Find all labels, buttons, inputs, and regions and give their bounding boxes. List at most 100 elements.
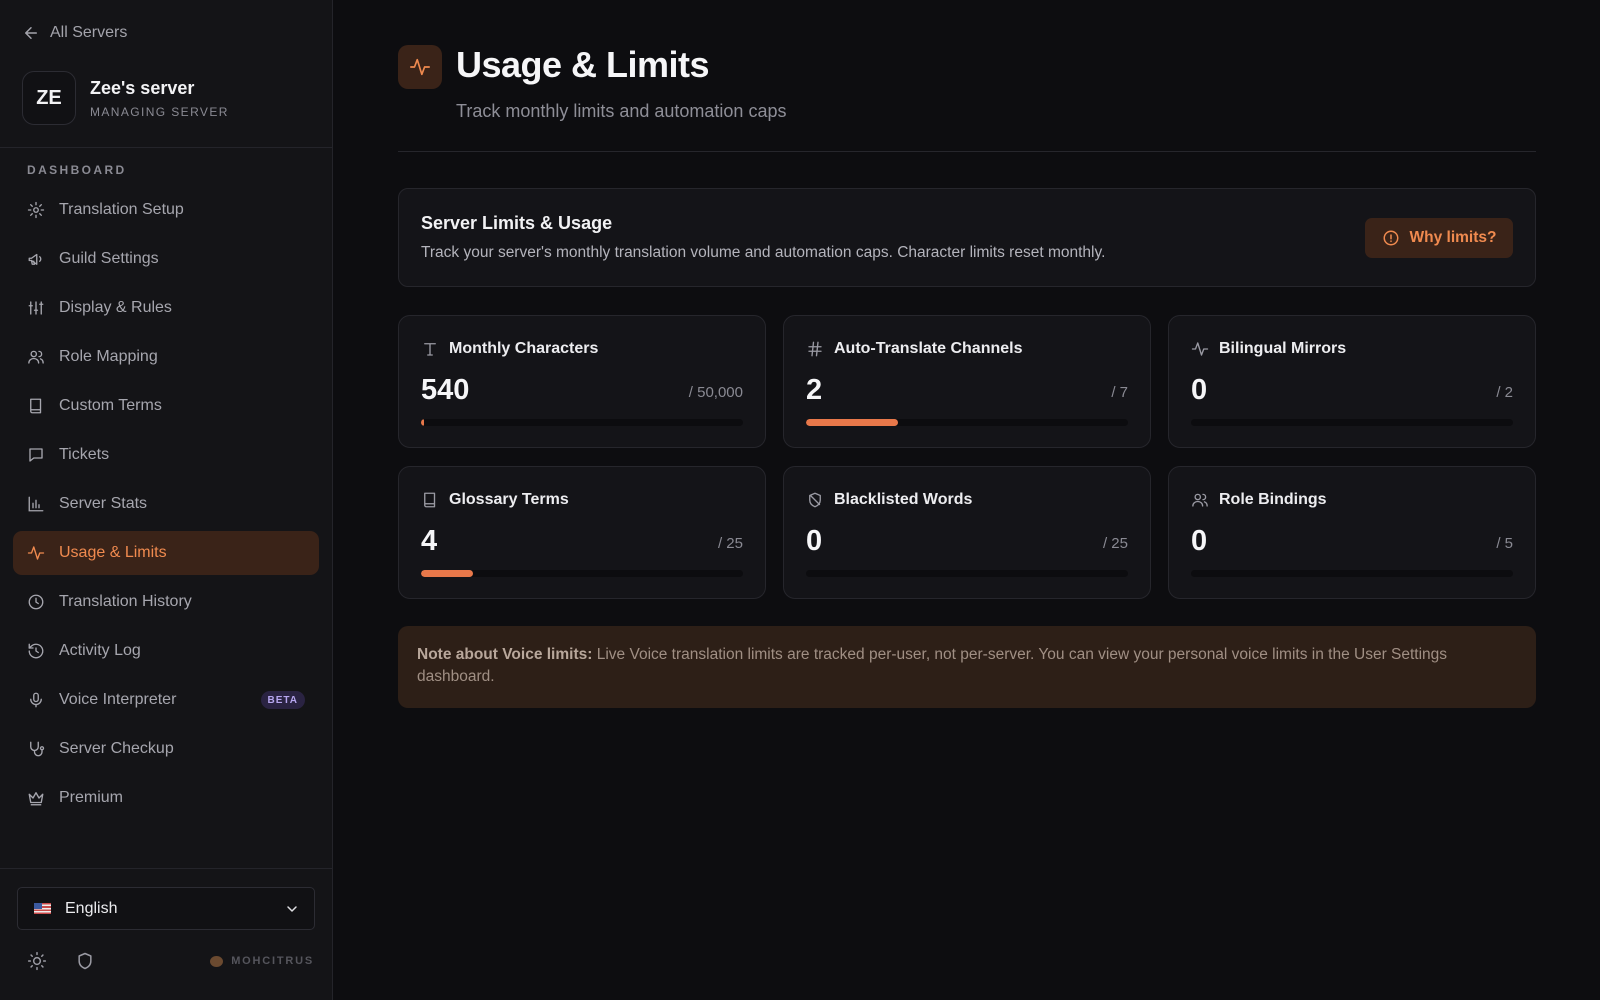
sidebar-item-voice-interpreter[interactable]: Voice Interpreter BETA — [13, 678, 319, 722]
progress-track — [421, 419, 743, 426]
sidebar-item-guild-settings[interactable]: Guild Settings — [13, 237, 319, 281]
mic-icon — [30, 692, 42, 708]
stat-label: Blacklisted Words — [834, 491, 973, 508]
server-limits-card: Server Limits & Usage Track your server'… — [398, 188, 1536, 287]
progress-fill — [421, 570, 473, 577]
page-title: Usage & Limits — [456, 44, 710, 85]
sidebar-item-translation-setup[interactable]: Translation Setup — [13, 188, 319, 232]
server-subtitle: MANAGING SERVER — [90, 104, 229, 119]
stat-card-role-bindings: Role Bindings 0 / 5 — [1168, 466, 1536, 599]
sidebar-item-server-stats[interactable]: Server Stats — [13, 482, 319, 526]
sidebar-item-custom-terms[interactable]: Custom Terms — [13, 384, 319, 428]
progress-fill — [421, 419, 425, 426]
progress-track — [806, 419, 1128, 426]
sidebar-item-label: Server Checkup — [59, 740, 174, 757]
crown-icon — [28, 792, 44, 806]
stat-limit: / 7 — [1111, 384, 1128, 401]
progress-track — [1191, 570, 1513, 577]
stat-value: 4 — [421, 525, 438, 557]
sidebar-nav: Translation Setup Guild Settings Display… — [13, 188, 319, 825]
brand-logo: MOHCITRUS — [210, 955, 314, 967]
sidebar-item-label: Tickets — [59, 446, 110, 463]
citrus-icon — [210, 955, 224, 967]
main-content: Usage & Limits Track monthly limits and … — [333, 0, 1600, 1000]
stat-label: Auto-Translate Channels — [834, 340, 1023, 357]
sidebar-item-label: Server Stats — [59, 495, 148, 512]
shield-off-icon — [809, 492, 821, 508]
info-card-description: Track your server's monthly translation … — [421, 244, 1106, 261]
stat-limit: / 25 — [717, 535, 743, 552]
sidebar-item-role-mapping[interactable]: Role Mapping — [13, 335, 319, 379]
server-name: Zee's server — [90, 77, 195, 98]
us-flag-icon — [34, 903, 51, 914]
why-limits-label: Why limits? — [1409, 229, 1497, 246]
sidebar-item-label: Activity Log — [59, 642, 141, 659]
stat-limit: / 5 — [1496, 535, 1513, 552]
why-limits-button[interactable]: Why limits? — [1365, 218, 1513, 258]
stat-value: 0 — [1191, 525, 1208, 557]
progress-track — [421, 570, 743, 577]
voice-limits-note: Note about Voice limits: Live Voice tran… — [398, 626, 1536, 708]
sidebar-divider — [0, 147, 332, 148]
activity-icon — [1191, 342, 1209, 356]
stat-value: 0 — [1191, 374, 1208, 406]
hash-icon — [808, 341, 822, 357]
bar-chart-icon — [28, 496, 44, 512]
users-icon — [28, 350, 44, 364]
sidebar-item-translation-history[interactable]: Translation History — [13, 580, 319, 624]
server-avatar: ZE — [22, 71, 76, 125]
stat-card-monthly-characters: Monthly Characters 540 / 50,000 — [398, 315, 766, 448]
stat-label: Role Bindings — [1219, 491, 1327, 508]
language-label: English — [65, 899, 118, 917]
sidebar-item-label: Translation Setup — [59, 201, 184, 218]
stat-limit: / 50,000 — [688, 384, 743, 401]
sidebar-item-premium[interactable]: Premium — [13, 776, 319, 820]
brand-label: MOHCITRUS — [231, 955, 314, 967]
clock-icon — [28, 594, 44, 610]
message-icon — [29, 448, 43, 462]
sidebar-item-usage-limits[interactable]: Usage & Limits — [13, 531, 319, 575]
section-label-dashboard: DASHBOARD — [27, 163, 127, 177]
sidebar-item-label: Voice Interpreter — [59, 691, 177, 708]
stat-card-bilingual-mirrors: Bilingual Mirrors 0 / 2 — [1168, 315, 1536, 448]
progress-track — [806, 570, 1128, 577]
stat-card-glossary-terms: Glossary Terms 4 / 25 — [398, 466, 766, 599]
sidebar-item-server-checkup[interactable]: Server Checkup — [13, 727, 319, 771]
language-select[interactable]: English — [17, 887, 315, 930]
stethoscope-icon — [30, 741, 45, 757]
back-to-servers-link[interactable]: All Servers — [22, 22, 127, 44]
stat-value: 540 — [421, 374, 470, 406]
sliders-icon — [28, 301, 44, 315]
sidebar-item-label: Usage & Limits — [59, 544, 167, 561]
gear-icon — [27, 201, 45, 219]
sun-icon[interactable] — [27, 951, 47, 971]
info-icon — [1383, 230, 1398, 246]
stat-card-auto-translate-channels: Auto-Translate Channels 2 / 7 — [783, 315, 1151, 448]
activity-icon — [410, 58, 430, 76]
page-icon — [398, 45, 442, 89]
server-card: ZE Zee's server MANAGING SERVER — [22, 71, 229, 125]
megaphone-icon — [28, 253, 42, 265]
sidebar-item-tickets[interactable]: Tickets — [13, 433, 319, 477]
back-link-label: All Servers — [50, 24, 128, 41]
page-subtitle: Track monthly limits and automation caps — [456, 101, 787, 121]
sidebar-item-label: Role Mapping — [59, 348, 158, 365]
sidebar-item-label: Translation History — [59, 593, 192, 610]
stat-card-blacklisted-words: Blacklisted Words 0 / 25 — [783, 466, 1151, 599]
stat-limit: / 2 — [1496, 384, 1513, 401]
stat-label: Monthly Characters — [449, 340, 599, 357]
users-icon — [1192, 493, 1208, 507]
sidebar-item-activity-log[interactable]: Activity Log — [13, 629, 319, 673]
stat-value: 2 — [806, 374, 823, 406]
shield-icon[interactable] — [75, 951, 95, 971]
sidebar: All Servers ZE Zee's server MANAGING SER… — [0, 0, 333, 1000]
stat-label: Glossary Terms — [449, 491, 569, 508]
progress-track — [1191, 419, 1513, 426]
chevron-down-icon — [287, 906, 297, 912]
sidebar-item-display-rules[interactable]: Display & Rules — [13, 286, 319, 330]
sidebar-item-label: Premium — [59, 789, 124, 806]
sidebar-footer-divider — [0, 868, 332, 869]
sidebar-item-label: Display & Rules — [59, 299, 172, 316]
text-icon — [424, 343, 436, 356]
note-title: Note about Voice limits: — [417, 646, 593, 663]
